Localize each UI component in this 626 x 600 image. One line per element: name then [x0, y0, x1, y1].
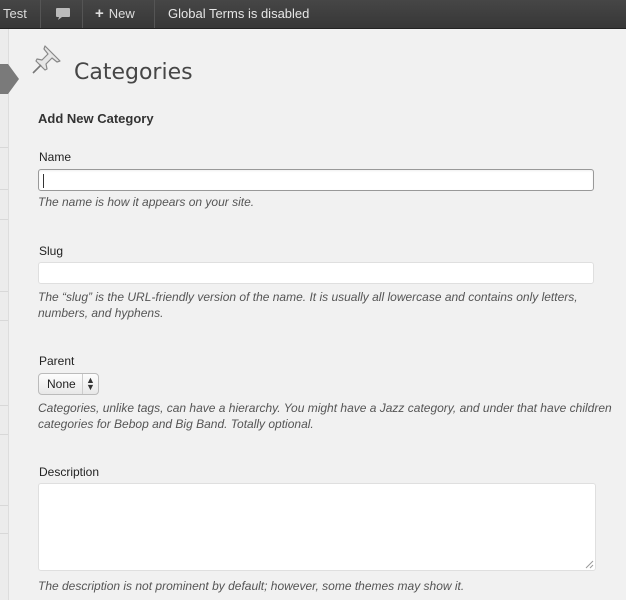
slug-input[interactable]	[38, 262, 594, 284]
parent-select[interactable]: None ▲ ▼	[38, 373, 99, 395]
name-hint: The name is how it appears on your site.	[38, 195, 255, 209]
current-menu-arrow-icon	[0, 64, 19, 94]
description-textarea[interactable]	[38, 483, 596, 571]
page-title: Categories	[74, 60, 193, 86]
slug-label: Slug	[39, 244, 64, 258]
pushpin-icon	[32, 45, 61, 74]
global-terms-status[interactable]: Global Terms is disabled	[168, 0, 309, 28]
slug-hint: The “slug” is the URL-friendly version o…	[38, 290, 578, 320]
name-label: Name	[39, 150, 72, 164]
form-heading: Add New Category	[38, 111, 154, 126]
parent-hint: Categories, unlike tags, can have a hier…	[38, 401, 612, 431]
new-content-button[interactable]: + New	[95, 0, 135, 28]
menu-divider	[0, 320, 8, 321]
menu-divider	[0, 405, 8, 406]
admin-bar-divider	[40, 0, 41, 28]
admin-bar-divider	[82, 0, 83, 28]
plus-icon: +	[95, 5, 104, 22]
comments-link[interactable]	[55, 0, 71, 28]
menu-divider	[0, 147, 8, 148]
menu-divider	[0, 533, 8, 534]
resize-grip-icon[interactable]	[585, 560, 594, 569]
select-divider	[82, 374, 83, 394]
description-label: Description	[39, 465, 100, 479]
menu-divider	[0, 189, 8, 190]
menu-divider	[0, 219, 8, 220]
parent-label: Parent	[39, 354, 75, 368]
menu-divider	[0, 505, 8, 506]
menu-divider	[0, 434, 8, 435]
updown-arrows-icon: ▲ ▼	[86, 375, 95, 392]
admin-menu-edge	[0, 29, 9, 600]
text-caret	[43, 174, 44, 188]
new-label: New	[108, 6, 135, 21]
parent-selected-value: None	[47, 377, 76, 391]
admin-bar-divider	[154, 0, 155, 28]
admin-bar: Test + New Global Terms is disabled	[0, 0, 626, 29]
menu-divider	[0, 291, 8, 292]
site-name-link[interactable]: Test	[3, 0, 27, 28]
name-input[interactable]	[38, 169, 594, 191]
description-hint: The description is not prominent by defa…	[38, 579, 465, 593]
speech-bubble-icon	[56, 8, 70, 20]
